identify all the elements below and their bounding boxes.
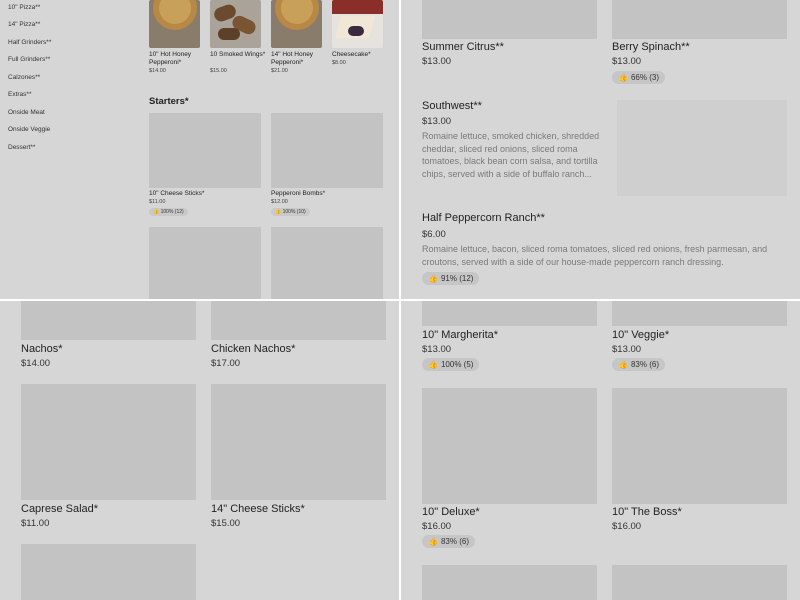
southwest-image[interactable]	[617, 100, 787, 196]
item-name: Pepperoni Bombs*	[271, 190, 326, 197]
item-price: $8.00	[332, 60, 346, 66]
rating-badge: 👍 100% (5)	[422, 358, 480, 371]
rating-text: 100% (12)	[160, 209, 184, 215]
menu-panel-top-left: 10" Pizza** 14" Pizza** Half Grinders** …	[0, 0, 399, 299]
rating-text: 66% (3)	[630, 73, 659, 82]
menu-panel-bottom-left: Nachos* $14.00 Chicken Nachos* $17.00 Ca…	[0, 301, 399, 600]
item-price: $15.00	[211, 518, 241, 529]
menu-panel-bottom-right: 10" Margherita* $13.00 👍 100% (5) 10" Veg…	[401, 301, 800, 600]
summer-citrus-image[interactable]	[422, 0, 597, 39]
menu-panel-top-right: Summer Citrus** $13.00 Berry Spinach** $…	[401, 0, 800, 299]
thumbs-up-icon: 👍	[275, 209, 282, 215]
rating-badge: 👍 100% (10)	[271, 208, 310, 216]
item-name: 14" Hot Honey Pepperoni*	[271, 51, 314, 66]
item-price: $13.00	[422, 116, 452, 127]
item-price: $13.00	[422, 344, 452, 355]
cheese-sticks-10-image[interactable]	[149, 113, 261, 188]
item-price: $14.00	[149, 68, 166, 74]
thumbs-up-icon: 👍	[618, 360, 628, 369]
rating-text: 83% (6)	[630, 360, 659, 369]
sidebar-item-calzones[interactable]: Calzones**	[8, 74, 40, 81]
rating-badge: 👍 91% (12)	[422, 272, 480, 285]
item-image[interactable]	[21, 544, 196, 600]
rating-badge: 👍 83% (6)	[422, 535, 475, 548]
sidebar-item-onside-meat[interactable]: Onside Meat	[8, 109, 45, 116]
veggie-image[interactable]	[612, 301, 787, 326]
item-name: 10 Smoked Wings*	[210, 51, 266, 58]
nachos-image[interactable]	[21, 301, 196, 340]
sidebar-item-onside-veggie[interactable]: Onside Veggie	[8, 126, 50, 133]
sidebar-item-10-pizza[interactable]: 10" Pizza**	[8, 4, 40, 11]
cheese-sticks-14-image[interactable]	[211, 384, 386, 500]
pepperoni-bombs-image[interactable]	[271, 113, 383, 188]
item-image[interactable]	[612, 565, 787, 600]
rating-text: 83% (6)	[440, 537, 469, 546]
item-name[interactable]: Summer Citrus**	[422, 41, 504, 53]
item-description: Romaine lettuce, bacon, sliced roma toma…	[422, 244, 768, 267]
item-price: $13.00	[422, 56, 452, 67]
the-boss-image[interactable]	[612, 388, 787, 504]
item-price: $21.00	[271, 68, 288, 74]
item-name[interactable]: Nachos*	[21, 343, 63, 355]
item-name[interactable]: Half Peppercorn Ranch**	[422, 212, 545, 224]
item-price: $13.00	[612, 344, 642, 355]
item-name[interactable]: 14" Cheese Sticks*	[211, 503, 305, 515]
rating-text: 91% (12)	[440, 274, 474, 283]
smoked-wings-image[interactable]	[210, 0, 261, 48]
item-price: $14.00	[21, 358, 51, 369]
item-image[interactable]	[422, 565, 597, 600]
sidebar-item-half-grinders[interactable]: Half Grinders**	[8, 39, 51, 46]
margherita-image[interactable]	[422, 301, 597, 326]
item-name[interactable]: Caprese Salad*	[21, 503, 98, 515]
item-name[interactable]: 10" Deluxe*	[422, 506, 480, 518]
starter-image[interactable]	[271, 227, 383, 299]
item-name[interactable]: 10" Veggie*	[612, 329, 669, 341]
item-price: $16.00	[422, 521, 452, 532]
deluxe-image[interactable]	[422, 388, 597, 504]
item-name[interactable]: Southwest**	[422, 100, 482, 112]
sidebar-item-14-pizza[interactable]: 14" Pizza**	[8, 21, 40, 28]
thumbs-up-icon: 👍	[618, 73, 628, 82]
item-name: 10" Cheese Sticks*	[149, 190, 205, 197]
sidebar-item-dessert[interactable]: Dessert**	[8, 144, 35, 151]
item-price: $12.00	[271, 199, 288, 205]
sidebar-item-extras[interactable]: Extras**	[8, 91, 31, 98]
item-price: $11.00	[149, 199, 166, 205]
thumbs-up-icon: 👍	[153, 209, 160, 215]
cheesecake-image[interactable]	[332, 0, 383, 48]
section-title-starters: Starters*	[149, 96, 189, 107]
item-name[interactable]: Chicken Nachos*	[211, 343, 295, 355]
item-price: $15.00	[210, 68, 227, 74]
item-name: 10" Hot Honey Pepperoni*	[149, 51, 192, 66]
item-description: Romaine lettuce, smoked chicken, shredde…	[422, 131, 600, 179]
rating-badge: 👍 100% (12)	[149, 208, 188, 216]
thumbs-up-icon: 👍	[428, 360, 438, 369]
item-price: $11.00	[21, 518, 50, 529]
item-price: $13.00	[612, 56, 642, 67]
item-price: $6.00	[422, 229, 446, 240]
item-name[interactable]: Berry Spinach**	[612, 41, 690, 53]
thumbs-up-icon: 👍	[428, 537, 438, 546]
chicken-nachos-image[interactable]	[211, 301, 386, 340]
rating-badge: 👍 66% (3)	[612, 71, 665, 84]
item-name[interactable]: 10" The Boss*	[612, 506, 682, 518]
hot-honey-pepperoni-14-image[interactable]	[271, 0, 322, 48]
hot-honey-pepperoni-10-image[interactable]	[149, 0, 200, 48]
rating-badge: 👍 83% (6)	[612, 358, 665, 371]
thumbs-up-icon: 👍	[428, 274, 438, 283]
caprese-salad-image[interactable]	[21, 384, 196, 500]
sidebar-item-full-grinders[interactable]: Full Grinders**	[8, 56, 50, 63]
item-name: Cheesecake*	[332, 51, 371, 58]
starter-image[interactable]	[149, 227, 261, 299]
item-name[interactable]: 10" Margherita*	[422, 329, 498, 341]
item-price: $16.00	[612, 521, 642, 532]
rating-text: 100% (10)	[282, 209, 306, 215]
item-price: $17.00	[211, 358, 241, 369]
berry-spinach-image[interactable]	[612, 0, 787, 39]
rating-text: 100% (5)	[440, 360, 474, 369]
